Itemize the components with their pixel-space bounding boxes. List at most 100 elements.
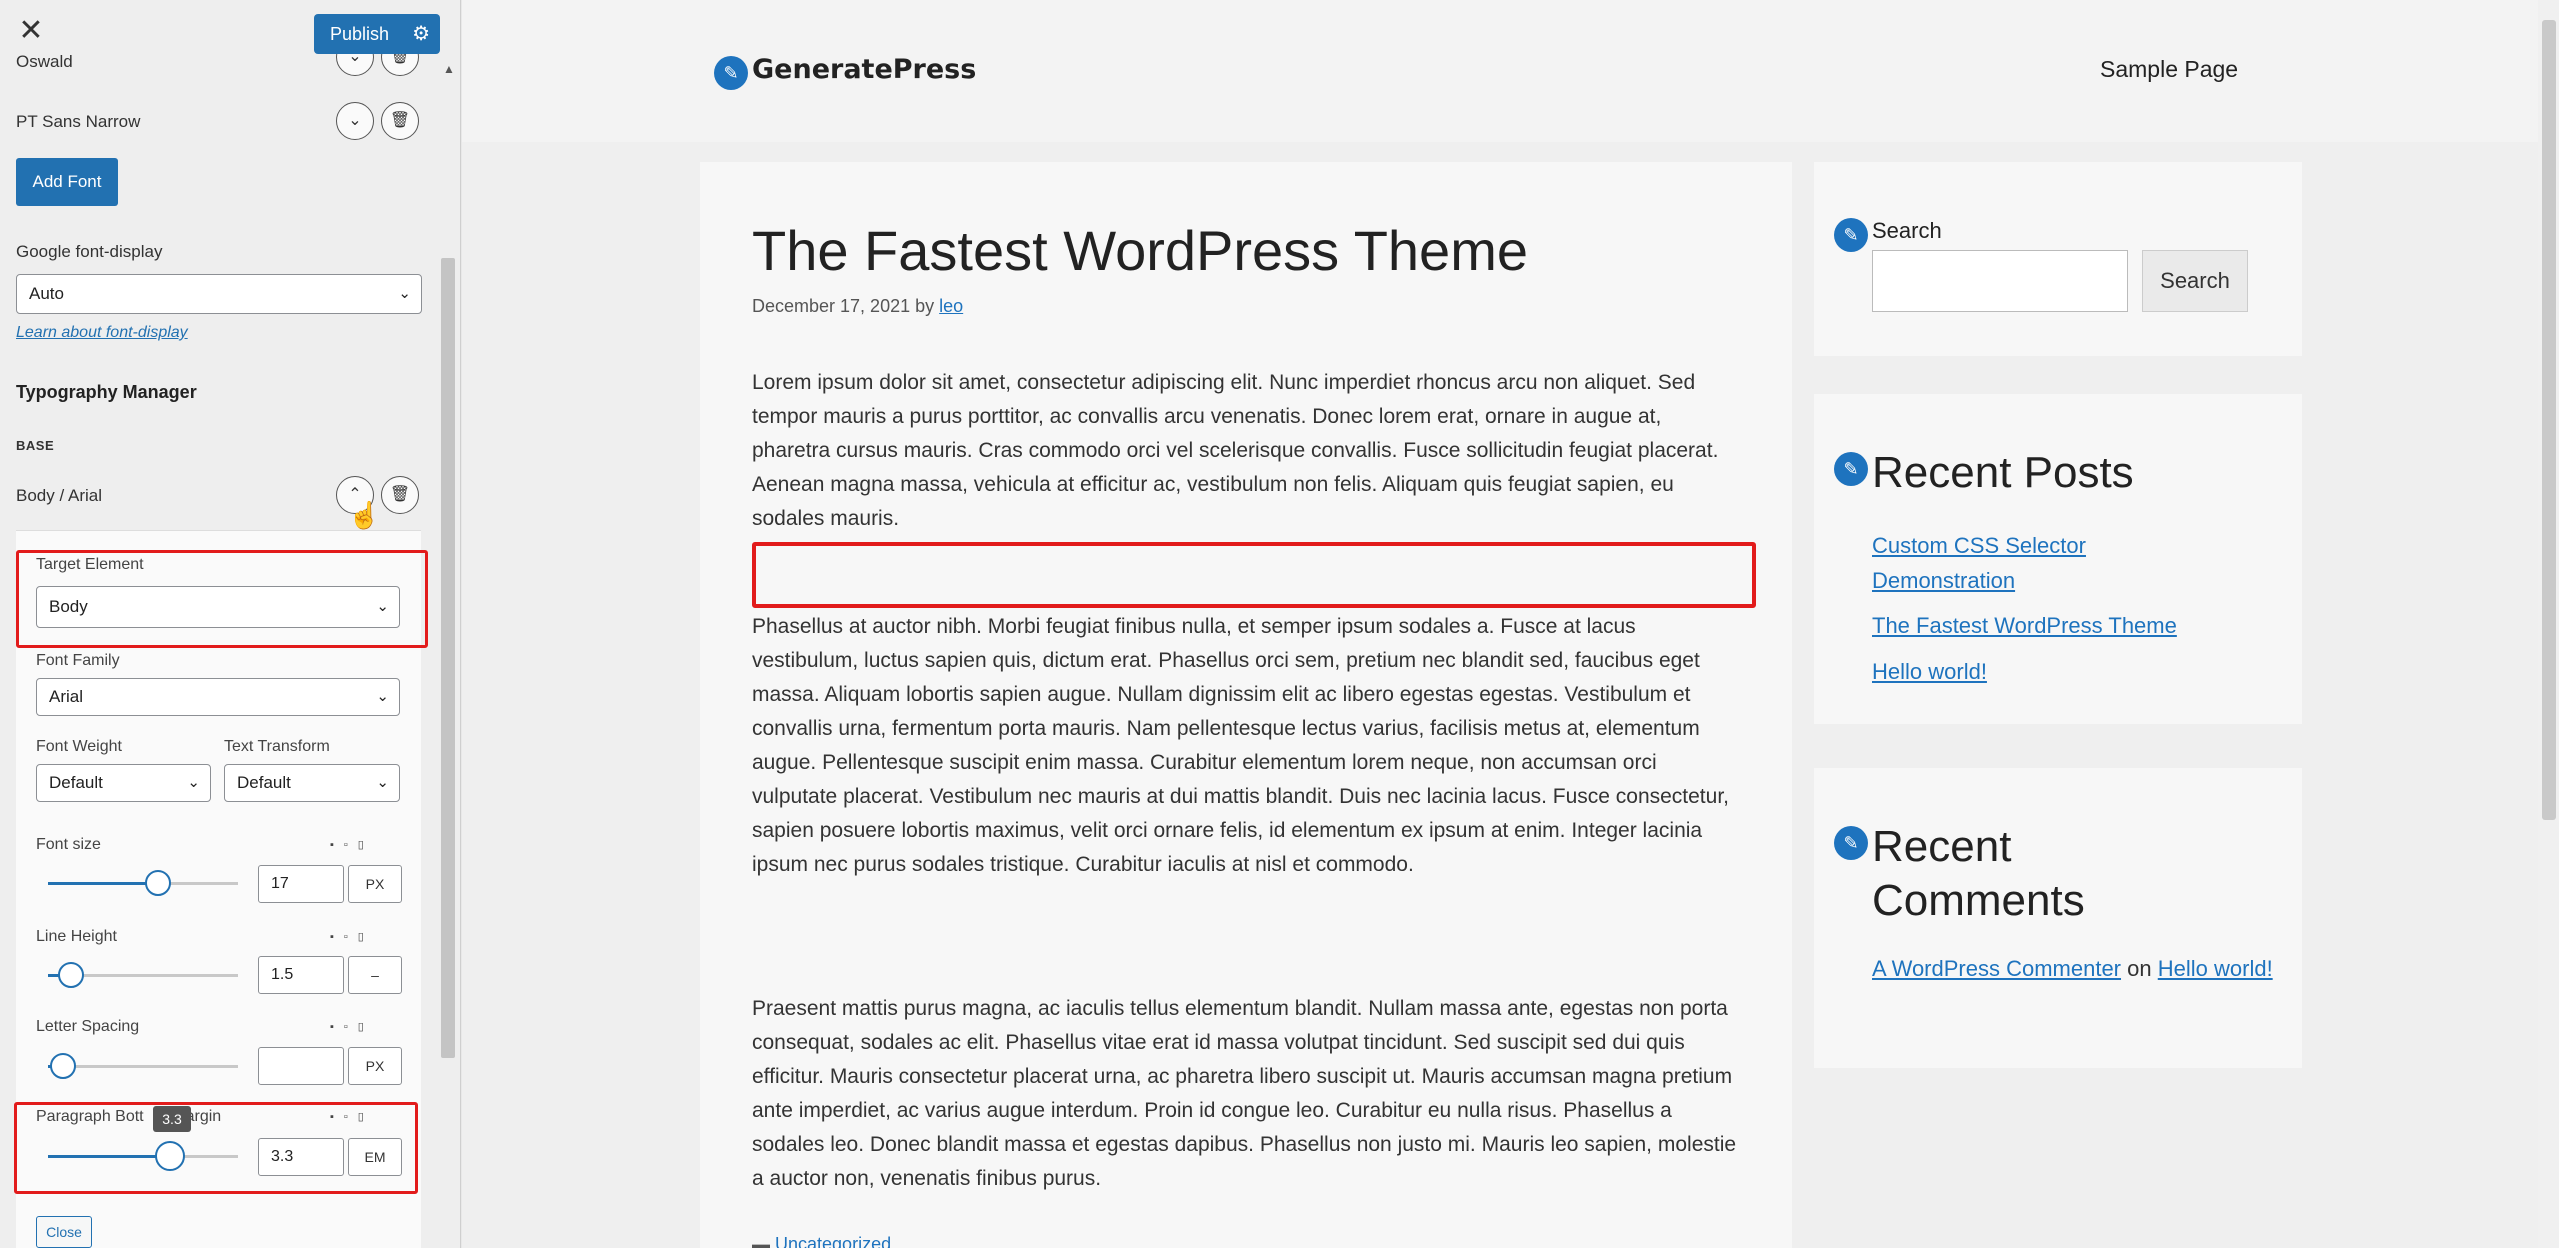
post-meta: December 17, 2021 by leo <box>752 296 963 317</box>
device-toggle-icons[interactable]: ▪▫▯ <box>330 1110 374 1123</box>
sidebar-scroll-thumb[interactable] <box>441 258 455 1058</box>
font-size-input[interactable]: 17 <box>258 865 344 903</box>
line-height-input[interactable]: 1.5 <box>258 956 344 994</box>
comment-post-link[interactable]: Hello world! <box>2158 956 2273 981</box>
recent-comments-title: Recent Comments <box>1872 822 2085 925</box>
typography-manager-heading: Typography Manager <box>16 382 197 402</box>
post-title: The Fastest WordPress Theme <box>752 219 1528 282</box>
trash-icon: 🗑 <box>389 112 411 129</box>
font-display-label: Google font-display <box>16 242 163 261</box>
post-paragraph: Phasellus at auctor nibh. Morbi feugiat … <box>752 615 1729 876</box>
slider-value-tooltip: 3.3 <box>153 1106 191 1132</box>
post-paragraph: Lorem ipsum dolor sit amet, consectetur … <box>752 371 1719 530</box>
comment-author-link[interactable]: A WordPress Commenter <box>1872 956 2121 981</box>
font-size-slider-handle[interactable] <box>145 870 172 896</box>
device-toggle-icons[interactable]: ▪▫▯ <box>330 838 374 851</box>
recent-posts-title: Recent Posts <box>1872 448 2134 497</box>
close-panel-button[interactable]: Close <box>36 1216 92 1248</box>
site-title[interactable]: GeneratePress <box>752 54 976 85</box>
line-height-label: Line Height <box>36 928 117 945</box>
font-weight-select[interactable]: Default ⌄ <box>36 764 211 802</box>
post-date: December 17, 2021 <box>752 296 911 316</box>
font-weight-label: Font Weight <box>36 738 122 755</box>
post-paragraph: Praesent mattis purus magna, ac iaculis … <box>752 997 1737 1190</box>
customizer-sidebar: Oswald ⌄ 🗑 PT Sans Narrow ⌄ 🗑 Add Font G… <box>0 0 461 1248</box>
font-item-label: PT Sans Narrow <box>16 112 141 131</box>
paragraph-gap-highlight <box>752 542 1756 608</box>
recent-post-link[interactable]: Hello world! <box>1872 654 1987 689</box>
customizer-header: ✕ Publish ⚙ <box>0 0 460 62</box>
letter-spacing-unit-button[interactable]: PX <box>348 1047 402 1085</box>
delete-typography-button[interactable]: 🗑 <box>381 476 419 514</box>
pencil-icon: ✎ <box>1834 218 1868 252</box>
post-category-link[interactable]: ▬ Uncategorized <box>752 1234 891 1248</box>
paragraph-margin-slider-handle[interactable] <box>154 1141 185 1171</box>
post-category-label: Uncategorized <box>775 1234 892 1248</box>
letter-spacing-slider-track[interactable] <box>48 1065 238 1068</box>
search-button[interactable]: Search <box>2142 250 2248 312</box>
font-size-slider-fill <box>48 882 159 885</box>
paragraph-margin-input[interactable]: 3.3 <box>258 1138 344 1176</box>
target-element-value: Body <box>49 597 88 616</box>
search-input[interactable] <box>1872 250 2128 312</box>
hand-cursor-icon: ☝ <box>348 500 381 530</box>
customizer-controls[interactable]: Oswald ⌄ 🗑 PT Sans Narrow ⌄ 🗑 Add Font G… <box>0 0 440 1248</box>
font-weight-value: Default <box>49 773 103 792</box>
text-transform-label: Text Transform <box>224 738 330 755</box>
gear-icon[interactable]: ⚙ <box>412 14 430 54</box>
target-element-select[interactable]: Body ⌄ <box>36 586 400 628</box>
publish-label: Publish <box>330 24 390 44</box>
add-font-button[interactable]: Add Font <box>16 158 118 206</box>
device-toggle-icons[interactable]: ▪▫▯ <box>330 1020 374 1033</box>
base-section-heading: BASE <box>16 438 55 453</box>
search-widget-label: Search <box>1872 218 1942 243</box>
line-height-unit-button[interactable]: – <box>348 956 402 994</box>
font-family-label: Font Family <box>36 652 120 669</box>
letter-spacing-slider-handle[interactable] <box>50 1053 77 1079</box>
folder-icon: ▬ <box>752 1234 776 1248</box>
font-size-unit-button[interactable]: PX <box>348 865 402 903</box>
close-icon: ✕ <box>18 14 44 47</box>
font-display-help-link[interactable]: Learn about font-display <box>16 324 188 342</box>
chevron-down-icon: ⌄ <box>376 774 389 791</box>
font-size-label: Font size <box>36 836 101 853</box>
nav-sample-page[interactable]: Sample Page <box>2100 56 2238 83</box>
font-family-select[interactable]: Arial ⌄ <box>36 678 400 716</box>
preview-scroll-thumb[interactable] <box>2542 20 2556 820</box>
font-display-value: Auto <box>29 284 64 303</box>
chevron-down-icon: ⌄ <box>376 688 389 705</box>
chevron-down-icon: ⌄ <box>187 774 200 791</box>
chevron-down-icon: ⌄ <box>348 112 362 129</box>
delete-font-button[interactable]: 🗑 <box>381 102 419 140</box>
paragraph-margin-unit-button[interactable]: EM <box>348 1138 402 1176</box>
recent-post-link[interactable]: The Fastest WordPress Theme <box>1872 608 2177 643</box>
typography-item-label: Body / Arial <box>16 486 102 505</box>
expand-font-button[interactable]: ⌄ <box>336 102 374 140</box>
publish-button[interactable]: Publish ⚙ <box>314 14 440 54</box>
text-transform-value: Default <box>237 773 291 792</box>
font-family-value: Arial <box>49 687 84 706</box>
target-element-label: Target Element <box>36 556 144 573</box>
text-transform-select[interactable]: Default ⌄ <box>224 764 400 802</box>
chevron-down-icon: ⌄ <box>376 598 389 615</box>
letter-spacing-input[interactable] <box>258 1047 344 1085</box>
pencil-icon: ✎ <box>1834 826 1868 860</box>
font-display-select[interactable]: Auto ⌄ <box>16 274 422 314</box>
recent-comment-entry: A WordPress Commenter on Hello world! <box>1872 956 2292 982</box>
scroll-up-arrow-icon[interactable]: ▲ <box>443 62 455 76</box>
letter-spacing-label: Letter Spacing <box>36 1018 140 1035</box>
close-customizer-button[interactable]: ✕ <box>14 14 48 48</box>
pencil-icon: ✎ <box>1834 452 1868 486</box>
pencil-icon: ✎ <box>714 56 748 90</box>
line-height-slider-handle[interactable] <box>57 962 84 988</box>
comment-on-text: on <box>2127 956 2152 981</box>
post-author-link[interactable]: leo <box>939 296 963 316</box>
trash-icon: 🗑 <box>389 486 411 503</box>
recent-post-link[interactable]: Custom CSS Selector Demonstration <box>1872 528 2132 598</box>
paragraph-margin-slider-fill <box>48 1155 170 1158</box>
paragraph-margin-label-start: Paragraph Bott <box>36 1108 144 1125</box>
post-by: by <box>915 296 935 316</box>
paragraph-margin-label: Paragraph Bott argin <box>36 1108 221 1126</box>
chevron-down-icon: ⌄ <box>398 285 411 302</box>
device-toggle-icons[interactable]: ▪▫▯ <box>330 930 374 943</box>
